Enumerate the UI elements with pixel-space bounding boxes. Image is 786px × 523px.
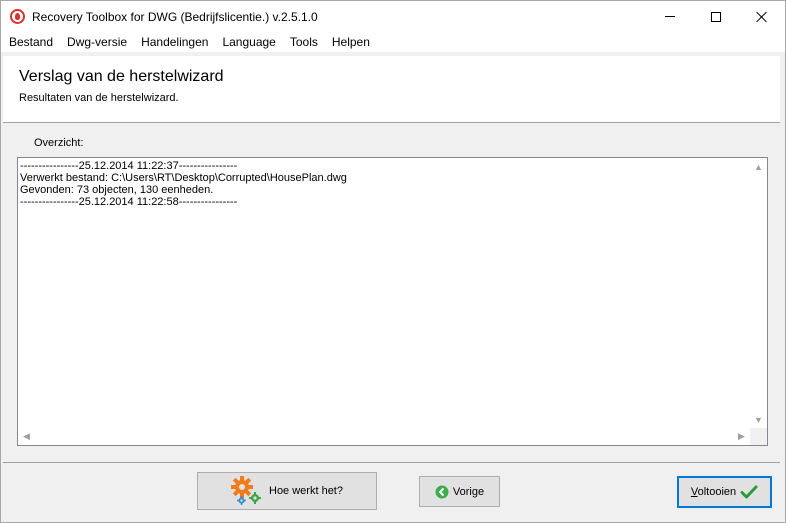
menu-bestand[interactable]: Bestand [1,32,60,52]
menu-handelingen[interactable]: Handelingen [134,32,215,52]
app-icon [10,9,25,24]
finish-label-accesskey: V [690,486,698,498]
finish-button[interactable]: Voltooien [677,476,772,508]
minimize-icon [665,16,675,17]
log-text: ----------------25.12.2014 11:22:37-----… [20,160,347,208]
divider [3,462,780,463]
finish-label-rest: oltooien [697,486,737,498]
gears-icon [231,476,263,506]
menu-dwg-versie[interactable]: Dwg-versie [60,32,134,52]
scroll-down-icon[interactable]: ▼ [750,411,767,428]
how-it-works-label: Hoe werkt het? [269,485,343,497]
title-bar: Recovery Toolbox for DWG (Bedrijfslicent… [1,1,785,32]
window-title: Recovery Toolbox for DWG (Bedrijfslicent… [32,10,318,24]
overview-label: Overzicht: [34,137,84,149]
wizard-header: Verslag van de herstelwizard Resultaten … [3,56,780,123]
maximize-button[interactable] [693,1,739,32]
menu-bar: Bestand Dwg-versie Handelingen Language … [1,32,785,52]
scroll-right-icon[interactable]: ▶ [733,428,750,445]
close-button[interactable] [739,1,785,32]
menu-language[interactable]: Language [215,32,282,52]
how-it-works-button[interactable]: Hoe werkt het? [197,472,377,510]
close-icon [756,11,768,23]
scroll-left-icon[interactable]: ◀ [18,428,35,445]
app-window: Recovery Toolbox for DWG (Bedrijfslicent… [0,0,786,523]
previous-button[interactable]: Vorige [419,476,500,507]
menu-helpen[interactable]: Helpen [325,32,377,52]
maximize-icon [711,11,721,22]
log-line: Gevonden: 73 objecten, 130 eenheden. [20,184,214,196]
log-line: ----------------25.12.2014 11:22:58-----… [20,196,238,208]
page-subtitle: Resultaten van de herstelwizard. [19,92,179,104]
scroll-up-icon[interactable]: ▲ [750,158,767,175]
log-line: ----------------25.12.2014 11:22:37-----… [20,160,238,172]
log-line: Verwerkt bestand: C:\Users\RT\Desktop\Co… [20,172,347,184]
vertical-scrollbar[interactable]: ▲ ▼ [750,158,767,428]
log-textarea[interactable]: ----------------25.12.2014 11:22:37-----… [17,157,768,446]
horizontal-scrollbar[interactable]: ◀ ▶ [18,428,750,445]
minimize-button[interactable] [647,1,693,32]
menu-tools[interactable]: Tools [283,32,325,52]
previous-label: Vorige [452,485,485,498]
page-title: Verslag van de herstelwizard [19,68,224,85]
checkmark-icon [740,485,758,499]
finish-label: Voltooien [691,486,736,498]
back-arrow-icon [435,485,449,498]
scroll-corner [750,428,767,445]
